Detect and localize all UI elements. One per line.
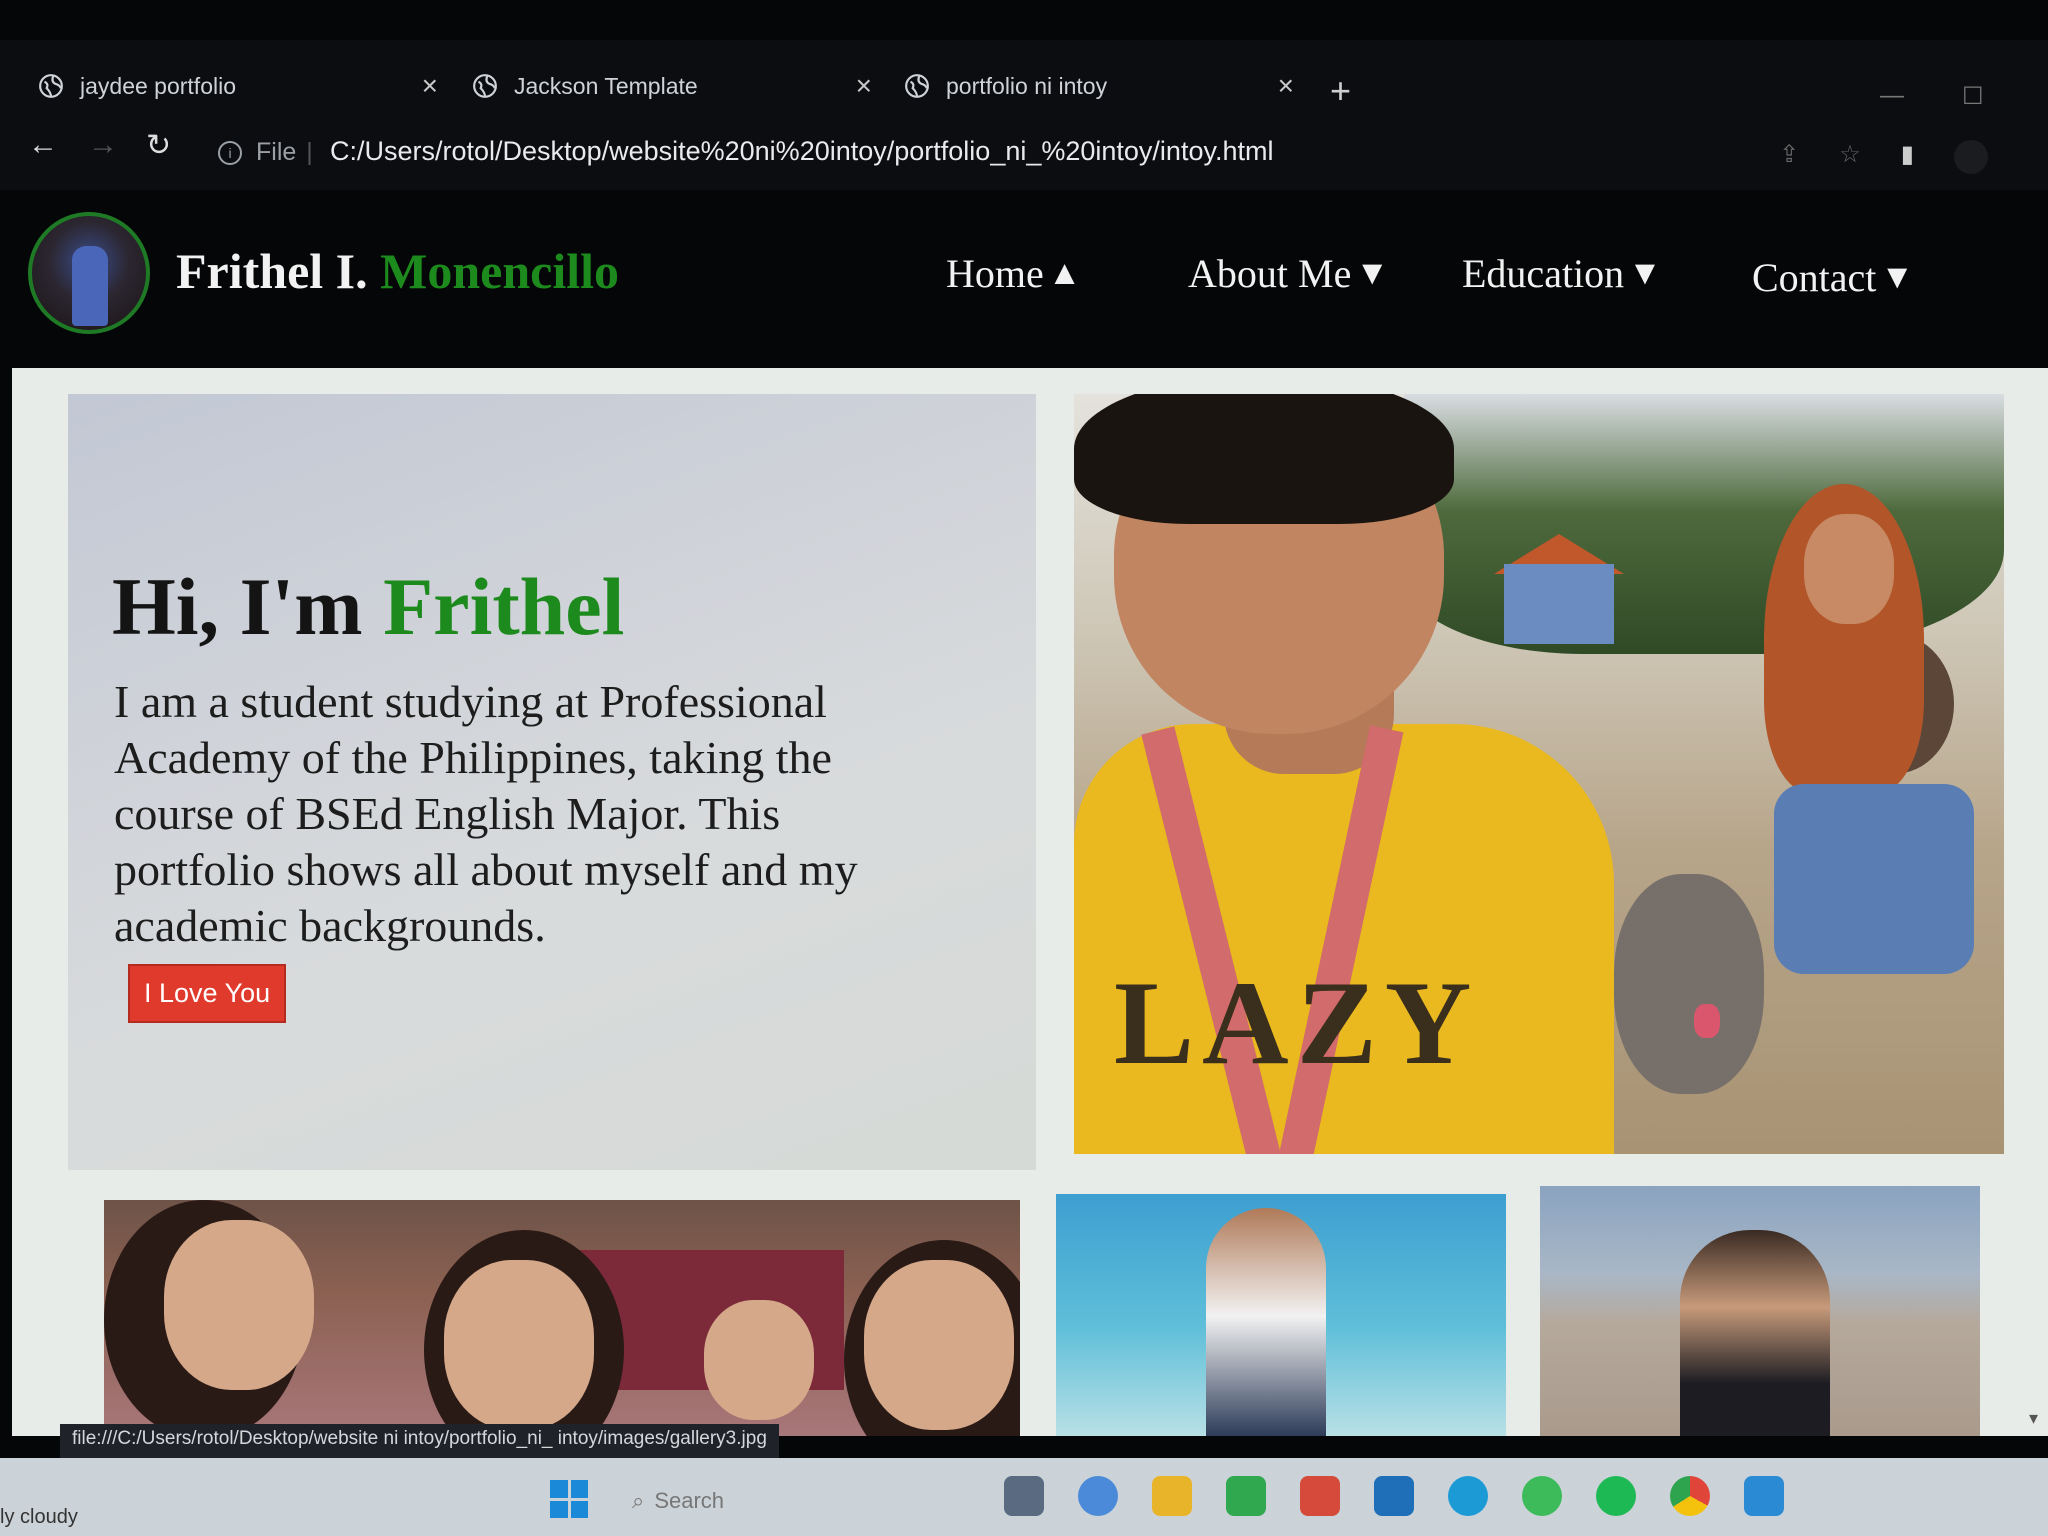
status-bar-url: file:///C:/Users/rotol/Desktop/website n… <box>60 1424 779 1458</box>
tab-title: Jackson Template <box>514 72 698 99</box>
love-button[interactable]: I Love You <box>128 964 287 1023</box>
search-label: Search <box>654 1488 725 1513</box>
info-icon: i <box>218 140 242 165</box>
close-icon[interactable]: × <box>422 70 438 102</box>
tab-title: jaydee portfolio <box>80 72 236 99</box>
minimize-icon[interactable]: — <box>1880 82 1904 110</box>
caret-down-icon: ▼ <box>1628 254 1662 292</box>
globe-icon <box>905 74 929 98</box>
shirt-print-text: LAZY <box>1114 956 1480 1089</box>
globe-icon <box>473 74 497 98</box>
vscode-icon[interactable] <box>1744 1476 1784 1516</box>
file-explorer-icon[interactable] <box>1152 1476 1192 1516</box>
brand-last-name: Monencillo <box>380 243 620 299</box>
site-info[interactable]: i File | <box>218 138 313 167</box>
hero-name: Frithel <box>383 561 625 652</box>
nav-education[interactable]: Education ▼ <box>1462 250 1662 297</box>
chat-icon[interactable] <box>1078 1476 1118 1516</box>
chrome-icon[interactable] <box>1670 1476 1710 1516</box>
app-l-icon[interactable] <box>1226 1476 1266 1516</box>
tab-jaydee-portfolio[interactable]: jaydee portfolio × <box>38 58 438 114</box>
address-bar: ← → ↻ i File | C:/Users/rotol/Desktop/we… <box>0 118 2048 190</box>
reload-icon[interactable]: ↻ <box>146 128 171 163</box>
hero-greeting: Hi, I'm <box>112 561 363 652</box>
task-view-icon[interactable] <box>1004 1476 1044 1516</box>
star-icon[interactable]: ☆ <box>1839 140 1861 174</box>
nav-label: Home <box>946 251 1044 296</box>
nav-about-me[interactable]: About Me ▼ <box>1188 250 1389 297</box>
address-actions: ⇪ ☆ ▮ <box>1779 140 1988 174</box>
file-label: File <box>256 138 297 166</box>
weather-text: ly cloudy <box>0 1506 78 1528</box>
caret-down-icon: ▼ <box>1355 254 1389 292</box>
gallery-image-group[interactable] <box>104 1200 1020 1436</box>
sidebar-icon[interactable]: ▮ <box>1901 140 1914 174</box>
separator: | <box>306 138 313 166</box>
store-icon[interactable] <box>1374 1476 1414 1516</box>
nav-label: About Me <box>1188 251 1352 296</box>
edge-icon[interactable] <box>1448 1476 1488 1516</box>
tab-jackson-template[interactable]: Jackson Template × <box>472 58 872 114</box>
tab-portfolio-ni-intoy[interactable]: portfolio ni intoy × <box>904 58 1294 114</box>
taskbar-search[interactable]: ⌕ Search <box>632 1488 724 1514</box>
maximize-icon[interactable]: ☐ <box>1962 82 1984 111</box>
nav-home[interactable]: Home ▲ <box>946 250 1081 297</box>
close-icon[interactable]: × <box>856 70 872 102</box>
hero-photo: LAZY <box>1074 394 2004 1154</box>
whatsapp-icon[interactable] <box>1522 1476 1562 1516</box>
avatar <box>28 212 150 334</box>
new-tab-button[interactable]: + <box>1330 70 1351 112</box>
hero-panel: Hi, I'm Frithel I am a student studying … <box>68 394 1036 1170</box>
taskbar: ly cloudy ⌕ Search <box>0 1458 2048 1536</box>
hero-title: Hi, I'm Frithel <box>112 560 624 654</box>
brand-first-name: Frithel I. <box>176 243 368 299</box>
office-icon[interactable] <box>1300 1476 1340 1516</box>
profile-avatar[interactable] <box>1954 140 1988 174</box>
spotify-icon[interactable] <box>1596 1476 1636 1516</box>
caret-up-icon: ▲ <box>1047 254 1082 292</box>
scroll-down-icon[interactable]: ▾ <box>2029 1408 2038 1429</box>
back-arrow-icon[interactable]: ← <box>28 128 58 162</box>
search-icon: ⌕ <box>632 1488 645 1513</box>
nav-label: Contact <box>1752 255 1877 300</box>
site-header: Frithel I. Monencillo Home ▲ About Me ▼ … <box>0 190 2048 368</box>
tab-title: portfolio ni intoy <box>946 72 1108 99</box>
close-icon[interactable]: × <box>1278 70 1294 102</box>
forward-arrow-icon[interactable]: → <box>88 128 118 162</box>
page-content: Hi, I'm Frithel I am a student studying … <box>12 368 2048 1436</box>
globe-icon <box>39 74 63 98</box>
windows-start-icon[interactable] <box>550 1480 588 1518</box>
gallery-image-girl-port[interactable] <box>1540 1186 1980 1436</box>
browser-tab-strip: jaydee portfolio × Jackson Template × po… <box>0 40 2048 118</box>
gallery-image-girl-sky[interactable] <box>1056 1194 1506 1436</box>
hero-description: I am a student studying at Professional … <box>114 676 858 951</box>
site-brand: Frithel I. Monencillo <box>176 242 619 300</box>
share-icon[interactable]: ⇪ <box>1779 140 1799 174</box>
nav-label: Education <box>1462 251 1625 296</box>
url-field[interactable]: C:/Users/rotol/Desktop/website%20ni%20in… <box>330 136 1273 167</box>
caret-down-icon: ▼ <box>1880 258 1915 296</box>
nav-contact[interactable]: Contact ▼ <box>1752 254 1914 301</box>
